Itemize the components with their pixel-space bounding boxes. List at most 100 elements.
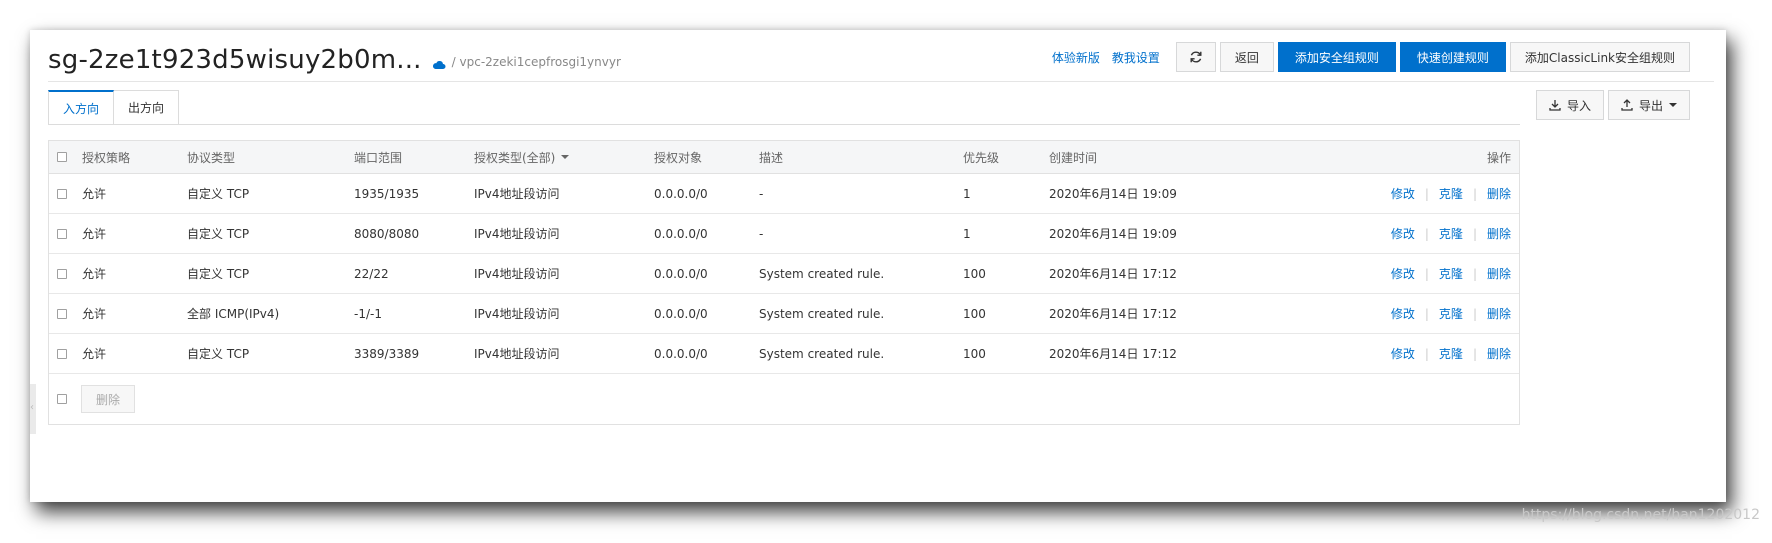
delete-link[interactable]: 删除 — [1487, 345, 1511, 362]
col-desc: 描述 — [759, 150, 784, 165]
watermark: https://blog.csdn.net/han1202012 — [1521, 507, 1760, 523]
delete-link[interactable]: 删除 — [1487, 265, 1511, 282]
cell-protocol: 自定义 TCP — [187, 267, 250, 281]
modify-link[interactable]: 修改 — [1391, 345, 1415, 362]
delete-link[interactable]: 删除 — [1487, 305, 1511, 322]
cell-auth-type: IPv4地址段访问 — [474, 267, 560, 281]
op-separator: | — [1424, 266, 1429, 281]
col-protocol: 协议类型 — [187, 150, 236, 165]
cell-desc: - — [759, 186, 764, 201]
delete-link[interactable]: 删除 — [1487, 185, 1511, 202]
modify-link[interactable]: 修改 — [1391, 185, 1415, 202]
try-new-version-link[interactable]: 体验新版 — [1052, 49, 1100, 66]
modify-link[interactable]: 修改 — [1391, 225, 1415, 242]
table-header: 授权策略 协议类型 端口范围 授权类型(全部) 授权对象 描述 优先级 创建时间… — [49, 141, 1519, 174]
clone-link[interactable]: 克隆 — [1439, 185, 1463, 202]
upload-icon — [1621, 99, 1633, 111]
cell-policy: 允许 — [82, 347, 107, 361]
op-separator: | — [1472, 186, 1477, 201]
clone-link[interactable]: 克隆 — [1439, 305, 1463, 322]
bulk-delete-button[interactable]: 删除 — [81, 385, 136, 413]
cell-target: 0.0.0.0/0 — [654, 346, 708, 361]
cell-created: 2020年6月14日 19:09 — [1049, 187, 1177, 201]
row-checkbox[interactable] — [57, 308, 67, 319]
export-label: 导出 — [1638, 98, 1663, 113]
table-row: 允许 自定义 TCP 1935/1935 IPv4地址段访问 0.0.0.0/0… — [49, 174, 1519, 214]
col-ops: 操作 — [1486, 150, 1511, 165]
cell-target: 0.0.0.0/0 — [654, 306, 708, 321]
cell-port: 8080/8080 — [354, 226, 420, 241]
col-auth-type: 授权类型(全部) — [474, 150, 556, 165]
cell-created: 2020年6月14日 17:12 — [1049, 307, 1177, 321]
cell-created: 2020年6月14日 19:09 — [1049, 227, 1177, 241]
op-separator: | — [1424, 186, 1429, 201]
cloud-icon[interactable] — [432, 55, 446, 69]
cell-port: 1935/1935 — [354, 186, 420, 201]
chevron-left-icon: ‹ — [30, 402, 34, 413]
cell-priority: 100 — [963, 306, 986, 321]
tabs-underline — [48, 124, 1520, 125]
op-separator: | — [1424, 306, 1429, 321]
table-row: 允许 自定义 TCP 8080/8080 IPv4地址段访问 0.0.0.0/0… — [49, 214, 1519, 254]
clone-link[interactable]: 克隆 — [1439, 345, 1463, 362]
op-separator: | — [1472, 266, 1477, 281]
cell-desc: - — [759, 226, 764, 241]
row-checkbox[interactable] — [57, 228, 67, 239]
cell-desc: System created rule. — [759, 306, 885, 321]
refresh-button[interactable] — [1175, 42, 1216, 72]
tab-outbound[interactable]: 出方向 — [114, 90, 180, 125]
security-group-panel: sg-2ze1t923d5wisuy2b0m... / vpc-2zeki1ce… — [30, 30, 1726, 502]
refresh-icon — [1190, 51, 1202, 63]
modify-link[interactable]: 修改 — [1391, 305, 1415, 322]
quick-create-button[interactable]: 快速创建规则 — [1399, 42, 1506, 72]
add-classiclink-button[interactable]: 添加ClassicLink安全组规则 — [1509, 42, 1690, 72]
row-ops: 修改 | 克隆 | 删除 — [1391, 334, 1511, 373]
op-separator: | — [1424, 346, 1429, 361]
col-auth-type-filter[interactable]: 授权类型(全部) — [474, 141, 570, 173]
tab-inbound[interactable]: 入方向 — [48, 90, 115, 125]
teach-me-link[interactable]: 教我设置 — [1112, 49, 1160, 66]
back-button[interactable]: 返回 — [1219, 42, 1274, 72]
modify-link[interactable]: 修改 — [1391, 265, 1415, 282]
import-label: 导入 — [1566, 98, 1591, 113]
col-port: 端口范围 — [354, 150, 403, 165]
footer-select-checkbox[interactable] — [57, 394, 67, 404]
cell-auth-type: IPv4地址段访问 — [474, 307, 560, 321]
clone-link[interactable]: 克隆 — [1439, 265, 1463, 282]
cell-priority: 1 — [963, 186, 971, 201]
cell-auth-type: IPv4地址段访问 — [474, 187, 560, 201]
add-rule-button[interactable]: 添加安全组规则 — [1277, 42, 1396, 72]
clone-link[interactable]: 克隆 — [1439, 225, 1463, 242]
row-ops: 修改 | 克隆 | 删除 — [1391, 174, 1511, 213]
cell-created: 2020年6月14日 17:12 — [1049, 347, 1177, 361]
cell-policy: 允许 — [82, 267, 107, 281]
cell-protocol: 自定义 TCP — [187, 347, 250, 361]
row-checkbox[interactable] — [57, 268, 67, 279]
cell-target: 0.0.0.0/0 — [654, 266, 708, 281]
cell-port: 22/22 — [354, 266, 389, 281]
export-button[interactable]: 导出 — [1607, 90, 1690, 120]
select-all-checkbox[interactable] — [57, 152, 67, 162]
delete-link[interactable]: 删除 — [1487, 225, 1511, 242]
cell-auth-type: IPv4地址段访问 — [474, 227, 560, 241]
import-export-actions: 导入 导出 — [1532, 90, 1690, 120]
col-policy: 授权策略 — [82, 150, 131, 165]
row-checkbox[interactable] — [57, 348, 67, 359]
row-checkbox[interactable] — [57, 188, 67, 199]
import-button[interactable]: 导入 — [1535, 90, 1604, 120]
page-title: sg-2ze1t923d5wisuy2b0m... — [48, 45, 422, 75]
vpc-id[interactable]: / vpc-2zeki1cepfrosgi1ynvyr — [452, 55, 621, 69]
table-footer: 删除 — [49, 374, 1519, 424]
cell-auth-type: IPv4地址段访问 — [474, 347, 560, 361]
table-row: 允许 自定义 TCP 3389/3389 IPv4地址段访问 0.0.0.0/0… — [49, 334, 1519, 374]
cell-desc: System created rule. — [759, 266, 885, 281]
row-ops: 修改 | 克隆 | 删除 — [1391, 214, 1511, 253]
download-icon — [1549, 100, 1561, 111]
col-priority: 优先级 — [963, 150, 1000, 165]
table-row: 允许 全部 ICMP(IPv4) -1/-1 IPv4地址段访问 0.0.0.0… — [49, 294, 1519, 334]
row-ops: 修改 | 克隆 | 删除 — [1391, 254, 1511, 293]
col-created: 创建时间 — [1049, 150, 1098, 165]
title-divider — [48, 81, 1714, 82]
cell-policy: 允许 — [82, 227, 107, 241]
cell-priority: 100 — [963, 266, 986, 281]
